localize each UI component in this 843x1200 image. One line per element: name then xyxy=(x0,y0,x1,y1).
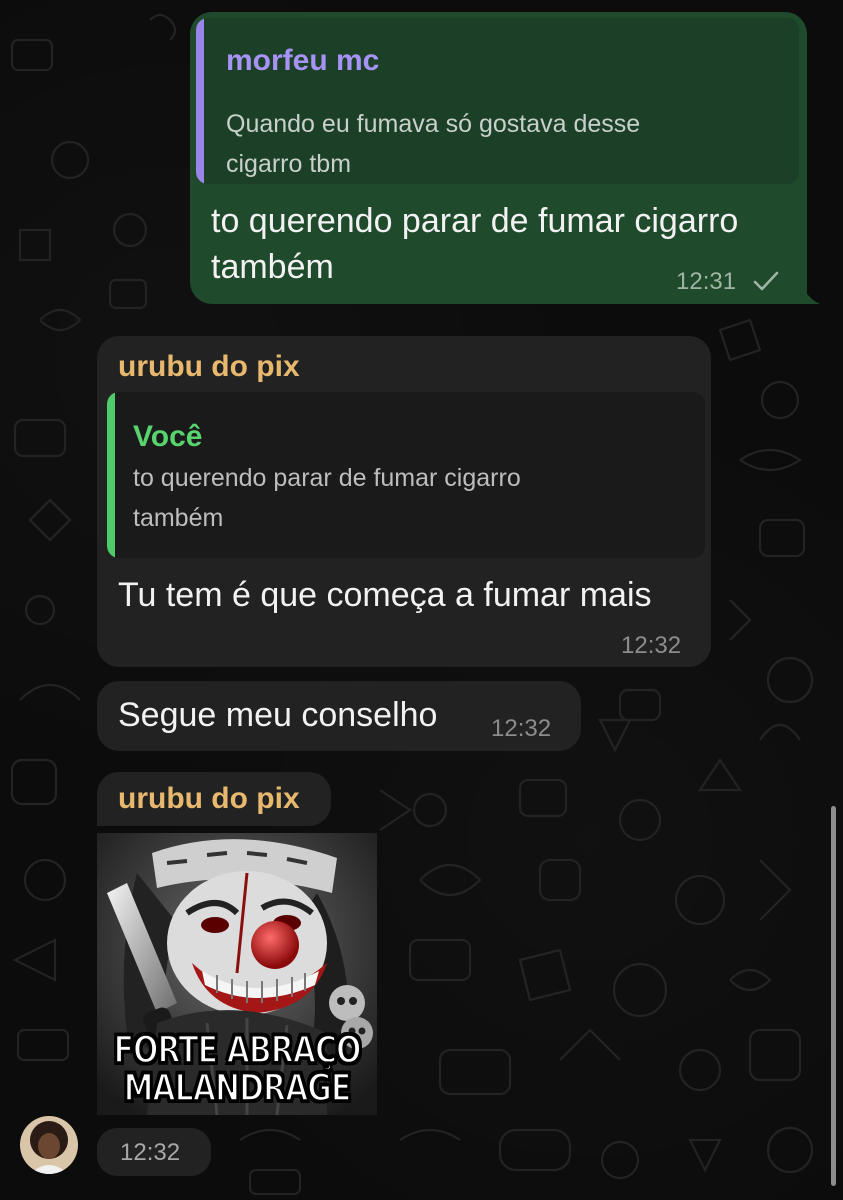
sender-avatar[interactable] xyxy=(20,1116,78,1174)
quote-text-line: cigarro tbm xyxy=(226,150,352,178)
message-text: to querendo parar de fumar cigarro també… xyxy=(211,198,738,290)
message-text-line: to querendo parar de fumar cigarro xyxy=(211,202,739,240)
message-time: 12:32 xyxy=(621,632,682,659)
quote-accent-bar xyxy=(196,18,204,184)
single-check-icon xyxy=(753,271,779,291)
clown-with-knife-sticker[interactable]: FORTE ABRAÇO MALANDRAGE xyxy=(97,833,377,1115)
sender-name[interactable]: urubu do pix xyxy=(118,350,300,384)
quote-text-line: to querendo parar de fumar cigarro xyxy=(133,464,521,492)
quote-text: to querendo parar de fumar cigarro també… xyxy=(133,458,673,538)
message-time: 12:32 xyxy=(491,715,552,742)
message-time: 12:31 xyxy=(676,268,737,295)
quote-text-line: também xyxy=(133,504,224,532)
message-text: Tu tem é que começa a fumar mais xyxy=(118,576,652,614)
reply-quote[interactable]: morfeu mc Quando eu fumava só gostava de… xyxy=(196,18,799,184)
quote-author: morfeu mc xyxy=(226,44,380,77)
quote-text-line: Quando eu fumava só gostava desse xyxy=(226,110,641,138)
message-text: Segue meu conselho xyxy=(118,696,438,734)
reply-quote[interactable]: Você to querendo parar de fumar cigarro … xyxy=(107,392,705,558)
message-text-line: também xyxy=(211,248,334,286)
avatar-image xyxy=(20,1116,78,1174)
scrollbar[interactable] xyxy=(831,806,836,1186)
sticker-caption-line: MALANDRAGE xyxy=(123,1065,353,1111)
quote-accent-bar xyxy=(107,392,115,558)
quote-author: Você xyxy=(133,420,203,453)
bubble-tail xyxy=(800,280,820,304)
quote-text: Quando eu fumava só gostava desse cigarr… xyxy=(226,104,766,184)
sender-name[interactable]: urubu do pix xyxy=(118,782,300,816)
message-time: 12:32 xyxy=(120,1139,181,1166)
